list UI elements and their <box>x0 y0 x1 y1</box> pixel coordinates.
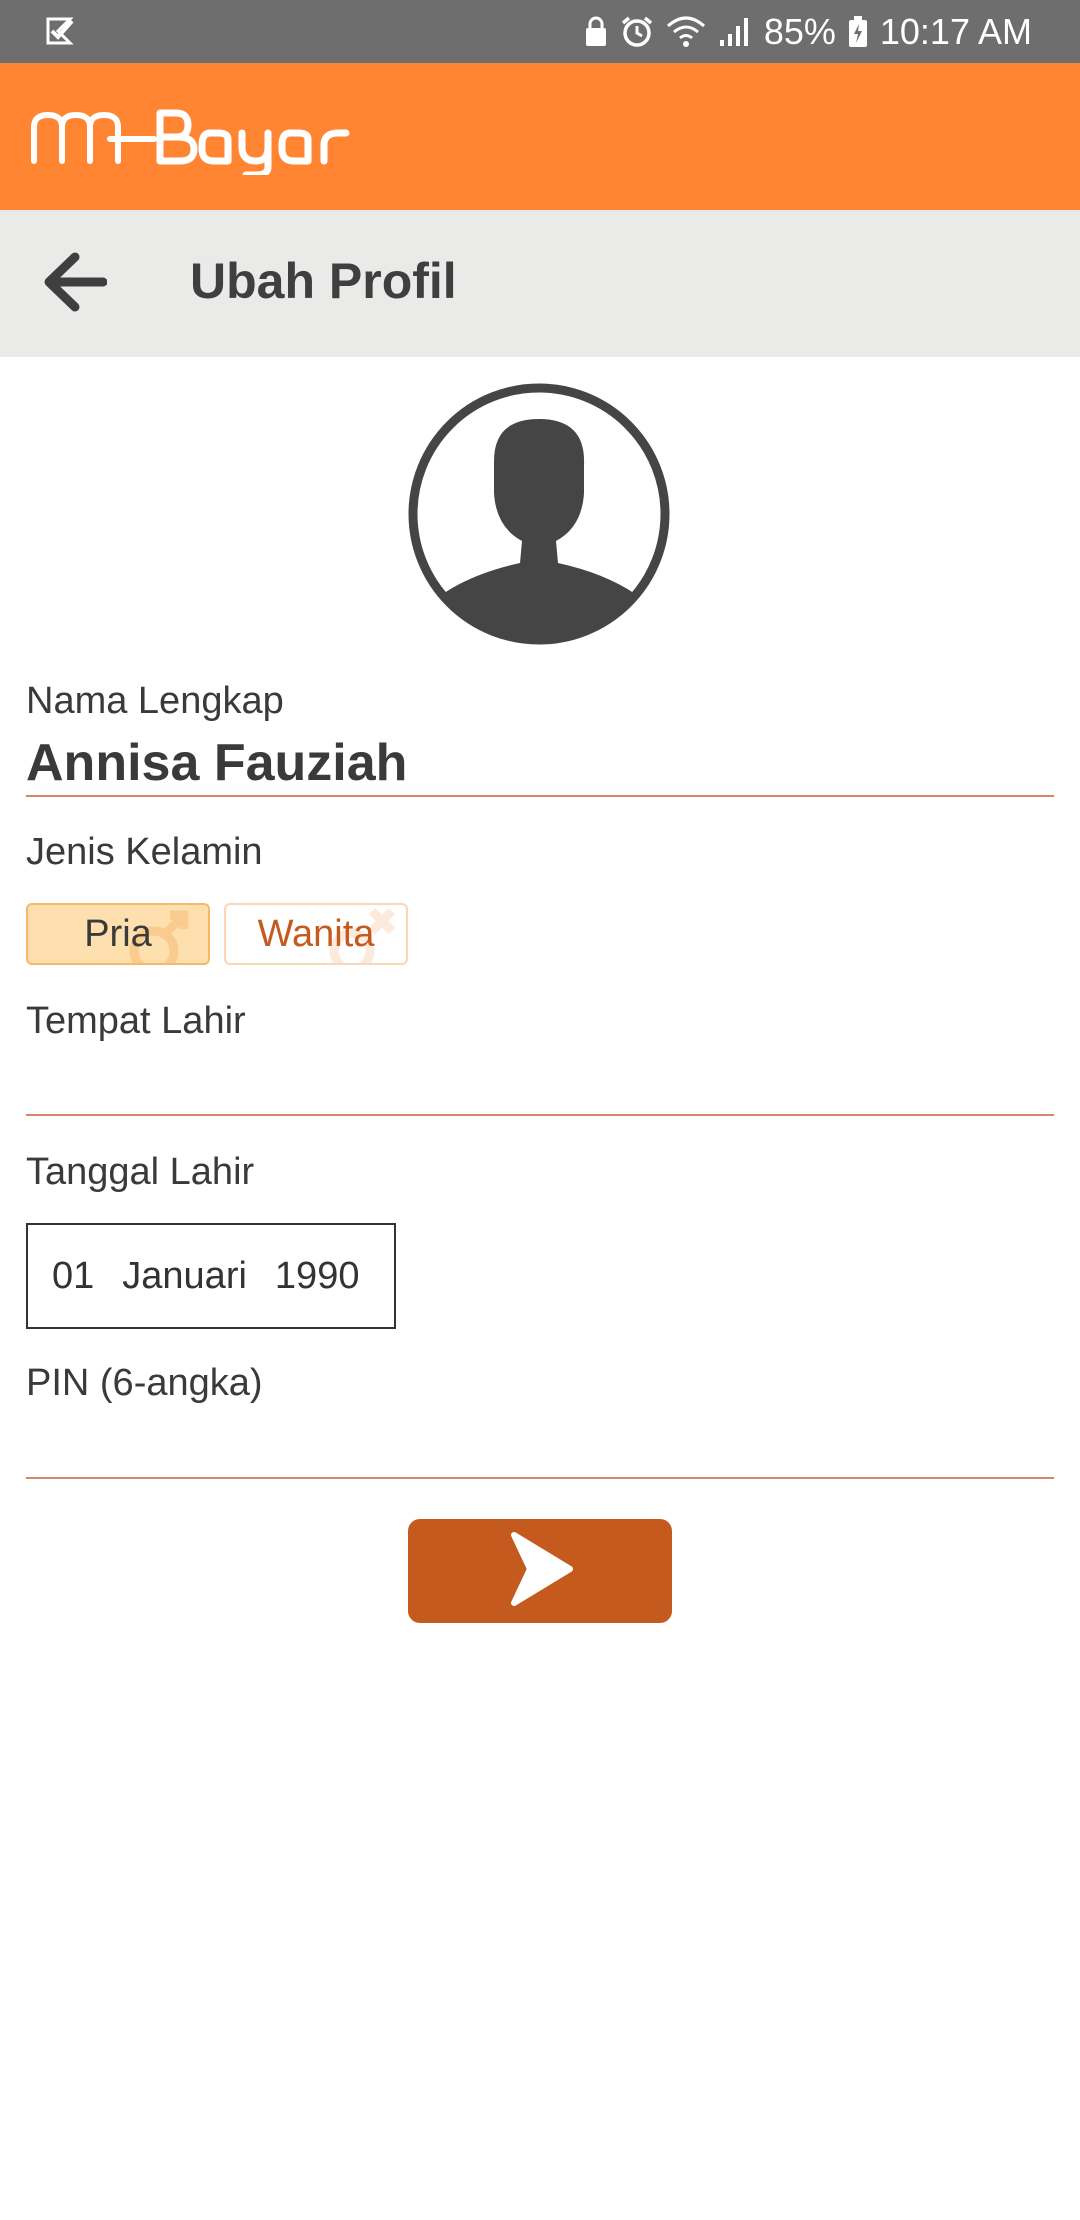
birthdate-day: 01 <box>52 1254 95 1297</box>
arrow-left-icon <box>41 249 108 320</box>
status-bar: 85% 10:17 AM <box>0 0 1080 63</box>
gender-option-pria-label: Pria <box>84 912 152 955</box>
pin-underline <box>26 1477 1054 1479</box>
avatar[interactable] <box>406 381 672 647</box>
gender-option-wanita-label: Wanita <box>257 912 375 955</box>
lock-icon <box>584 16 608 48</box>
birthdate-month: Januari <box>122 1254 247 1297</box>
pin-input[interactable] <box>26 1414 1054 1474</box>
pin-label: PIN (6-angka) <box>26 1362 263 1404</box>
birthplace-underline <box>26 1114 1054 1116</box>
gender-option-pria[interactable]: Pria <box>26 903 210 965</box>
page-title: Ubah Profil <box>190 253 457 309</box>
user-avatar-icon <box>406 383 672 651</box>
app-header <box>0 63 1080 210</box>
gender-option-wanita[interactable]: Wanita <box>224 903 408 965</box>
alarm-icon <box>620 15 654 49</box>
next-button[interactable] <box>408 1519 672 1623</box>
birthplace-input[interactable] <box>26 1052 1054 1112</box>
mbayar-logo <box>28 99 398 180</box>
title-bar: Ubah Profil <box>0 210 1080 357</box>
gender-label: Jenis Kelamin <box>26 831 263 873</box>
wifi-icon <box>666 16 706 48</box>
clock-time: 10:17 AM <box>879 10 1032 52</box>
signal-icon <box>718 16 752 48</box>
birthdate-picker[interactable]: 01 Januari 1990 <box>26 1223 396 1329</box>
birthdate-label: Tanggal Lahir <box>26 1151 255 1193</box>
name-label: Nama Lengkap <box>26 680 284 722</box>
battery-icon <box>848 15 868 48</box>
back-button[interactable] <box>36 246 112 322</box>
name-underline <box>26 795 1054 797</box>
status-icons: 85% 10:17 AM <box>584 0 1032 63</box>
notification-icon <box>44 14 76 56</box>
birthplace-label: Tempat Lahir <box>26 1000 246 1042</box>
battery-percent: 85% <box>763 10 836 52</box>
birthdate-year: 1990 <box>274 1254 360 1297</box>
chevron-right-icon <box>504 1531 576 1612</box>
name-field[interactable]: Annisa Fauziah <box>26 733 407 793</box>
